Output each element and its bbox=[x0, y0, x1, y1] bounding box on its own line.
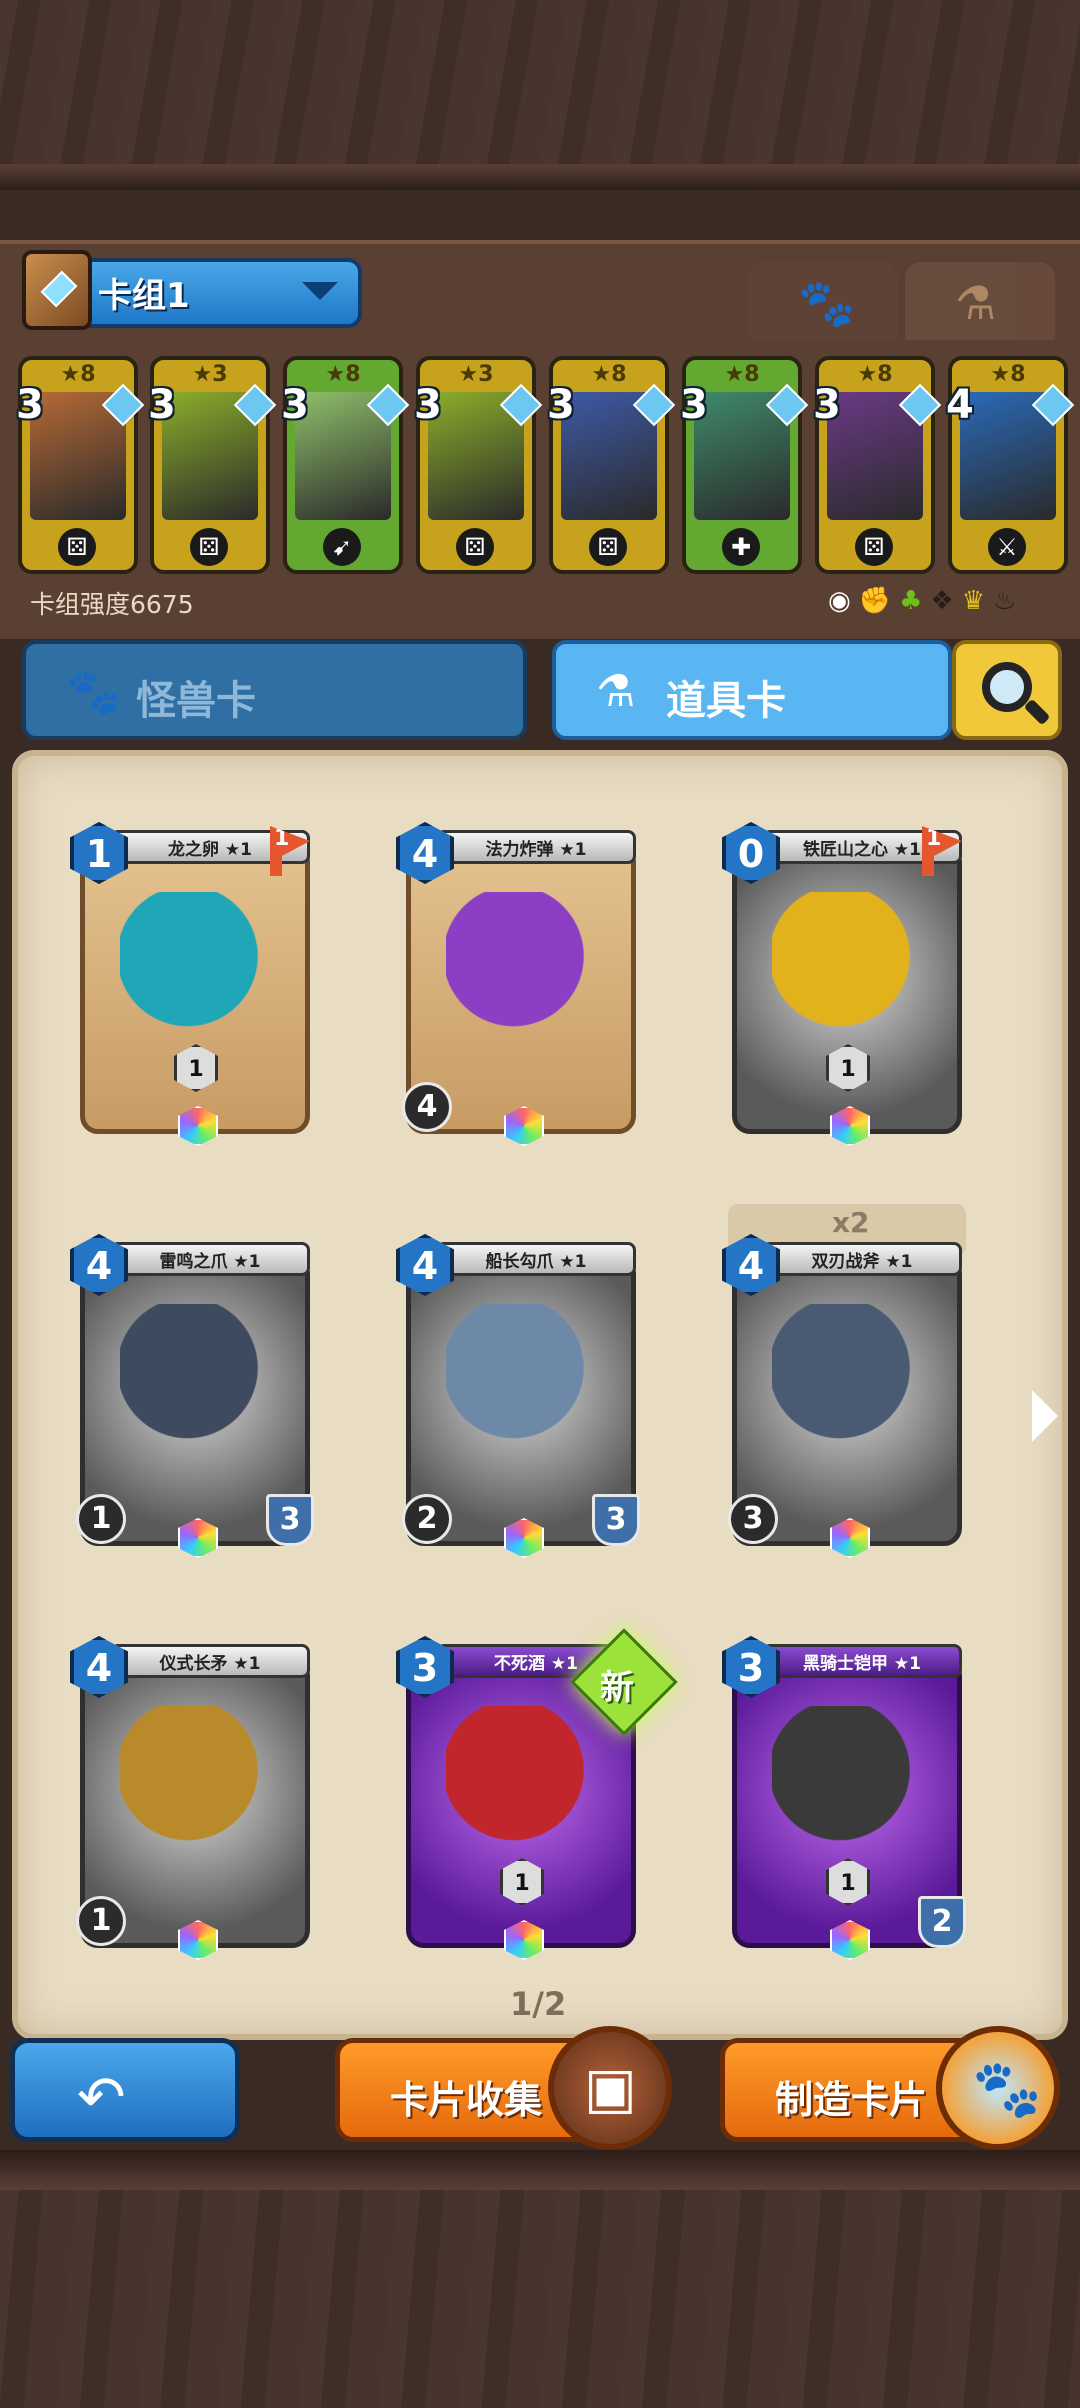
deck-card-cost: 3 bbox=[16, 382, 44, 428]
paw-icon: 🐾 bbox=[66, 667, 121, 718]
item-card[interactable]: 仪式长矛 ★1 4 1 bbox=[70, 1636, 318, 1960]
deck-card-cost: 3 bbox=[680, 382, 708, 428]
ability-icon: ✚ bbox=[722, 528, 760, 566]
attack-stat: 2 bbox=[402, 1494, 452, 1544]
item-card[interactable]: 铁匠山之心 ★1 0 1 1 bbox=[722, 822, 970, 1146]
deck-power: 卡组强度6675 bbox=[30, 590, 194, 619]
bottom-wood-border bbox=[0, 2150, 1080, 2408]
card-book-icon[interactable]: ▣ bbox=[548, 2026, 672, 2150]
card-art bbox=[120, 1706, 270, 1866]
item-card[interactable]: 法力炸弹 ★1 4 4 bbox=[396, 822, 644, 1146]
deck-card[interactable]: ★8 3 ⚄ bbox=[813, 356, 942, 574]
attack-stat: 1 bbox=[76, 1494, 126, 1544]
deck-card-cost: 3 bbox=[414, 382, 442, 428]
flame-icon: ♨ bbox=[993, 586, 1025, 616]
item-card[interactable]: 不死酒 ★1 3 1 新 bbox=[396, 1628, 678, 1960]
top-wood-border bbox=[0, 0, 1080, 190]
card-name: 双刃战斧 ★1 bbox=[762, 1242, 962, 1276]
deck-book-icon bbox=[22, 250, 92, 330]
dot-icon: ◉ bbox=[828, 586, 859, 616]
deck-card[interactable]: ★8 3 ➹ bbox=[281, 356, 410, 574]
ability-icon: ➹ bbox=[323, 528, 361, 566]
attack-stat: 1 bbox=[76, 1896, 126, 1946]
deck-card-cost: 3 bbox=[148, 382, 176, 428]
shield-stat: 2 bbox=[918, 1896, 966, 1948]
fist-icon: ✊ bbox=[858, 586, 900, 616]
deck-card[interactable]: ★3 3 ⚄ bbox=[148, 356, 277, 574]
deck-card[interactable]: ★8 3 ⚄ bbox=[16, 356, 145, 574]
page-indicator: 1/2 bbox=[510, 1985, 567, 2023]
card-name: 仪式长矛 ★1 bbox=[110, 1644, 310, 1678]
back-button[interactable]: ↶ bbox=[10, 2038, 240, 2142]
paw-icon: 🐾 bbox=[798, 276, 856, 330]
ability-icon: ⚄ bbox=[589, 528, 627, 566]
paw-jar-icon[interactable]: 🐾 bbox=[936, 2026, 1060, 2150]
card-art bbox=[772, 892, 922, 1052]
tab-item-cards[interactable]: ⚗ 道具卡 bbox=[552, 640, 952, 740]
card-name: 雷鸣之爪 ★1 bbox=[110, 1242, 310, 1276]
deck-element-icons: ◉✊♣❖♛♨ bbox=[828, 586, 1024, 616]
back-arrow-icon: ↶ bbox=[77, 2063, 126, 2131]
shield-stat: 3 bbox=[592, 1494, 640, 1546]
card-art bbox=[120, 892, 270, 1052]
deck-card[interactable]: ★3 3 ⚄ bbox=[414, 356, 543, 574]
next-page-arrow-icon[interactable] bbox=[1032, 1390, 1058, 1442]
card-name: 黑骑士铠甲 ★1 bbox=[762, 1644, 962, 1678]
card-art bbox=[772, 1304, 922, 1464]
card-count: x2 bbox=[832, 1206, 870, 1239]
card-name: 法力炸弹 ★1 bbox=[436, 830, 636, 864]
search-button[interactable] bbox=[952, 640, 1062, 740]
potion-icon: ⚗ bbox=[596, 666, 636, 717]
card-name: 船长勾爪 ★1 bbox=[436, 1242, 636, 1276]
card-collection-label: 卡片收集 bbox=[390, 2078, 543, 2122]
attack-stat: 4 bbox=[402, 1082, 452, 1132]
deck-card-cost: 3 bbox=[813, 382, 841, 428]
shield-stat: 3 bbox=[266, 1494, 314, 1546]
ability-icon: ⚔ bbox=[988, 528, 1026, 566]
ability-icon: ⚄ bbox=[456, 528, 494, 566]
potion-icon: ⚗ bbox=[955, 276, 997, 330]
leaf-icon: ♣ bbox=[899, 586, 931, 616]
tab-monster-cards[interactable]: 🐾 怪兽卡 bbox=[22, 640, 527, 740]
cup-icon: ♛ bbox=[961, 586, 993, 616]
tab-item-label: 道具卡 bbox=[666, 678, 786, 724]
drop-icon: ❖ bbox=[930, 586, 962, 616]
deck-card[interactable]: ★8 3 ✚ bbox=[680, 356, 809, 574]
deck-card-cost: 4 bbox=[946, 382, 974, 428]
deck-card-cost: 3 bbox=[547, 382, 575, 428]
ability-icon: ⚄ bbox=[58, 528, 96, 566]
item-card[interactable]: x2 双刃战斧 ★1 4 3 bbox=[722, 1204, 970, 1558]
card-art bbox=[446, 1706, 596, 1866]
category-tabs: 🐾 怪兽卡 ⚗ 道具卡 bbox=[22, 640, 1062, 740]
item-card[interactable]: 雷鸣之爪 ★1 4 1 3 bbox=[70, 1234, 318, 1558]
card-art bbox=[446, 892, 596, 1052]
item-card[interactable]: 船长勾爪 ★1 4 2 3 bbox=[396, 1234, 644, 1558]
new-label: 新 bbox=[600, 1668, 634, 1708]
ability-icon: ⚄ bbox=[190, 528, 228, 566]
deck-name: 卡组1 bbox=[98, 276, 190, 316]
deck-card-cost: 3 bbox=[281, 382, 309, 428]
ability-icon: ⚄ bbox=[855, 528, 893, 566]
chevron-down-icon[interactable] bbox=[302, 282, 338, 300]
card-art bbox=[446, 1304, 596, 1464]
craft-card-label: 制造卡片 bbox=[775, 2078, 928, 2122]
tab-monster-deck[interactable]: 🐾 bbox=[748, 262, 898, 340]
deck-card[interactable]: ★8 4 ⚔ bbox=[946, 356, 1075, 574]
tab-monster-label: 怪兽卡 bbox=[136, 678, 256, 724]
card-art bbox=[120, 1304, 270, 1464]
deck-card[interactable]: ★8 3 ⚄ bbox=[547, 356, 676, 574]
card-art bbox=[772, 1706, 922, 1866]
tab-item-deck[interactable]: ⚗ bbox=[905, 262, 1055, 340]
attack-stat: 3 bbox=[728, 1494, 778, 1544]
item-card[interactable]: 黑骑士铠甲 ★1 3 1 2 bbox=[722, 1636, 970, 1960]
item-card[interactable]: 龙之卵 ★1 1 1 1 bbox=[70, 822, 318, 1146]
